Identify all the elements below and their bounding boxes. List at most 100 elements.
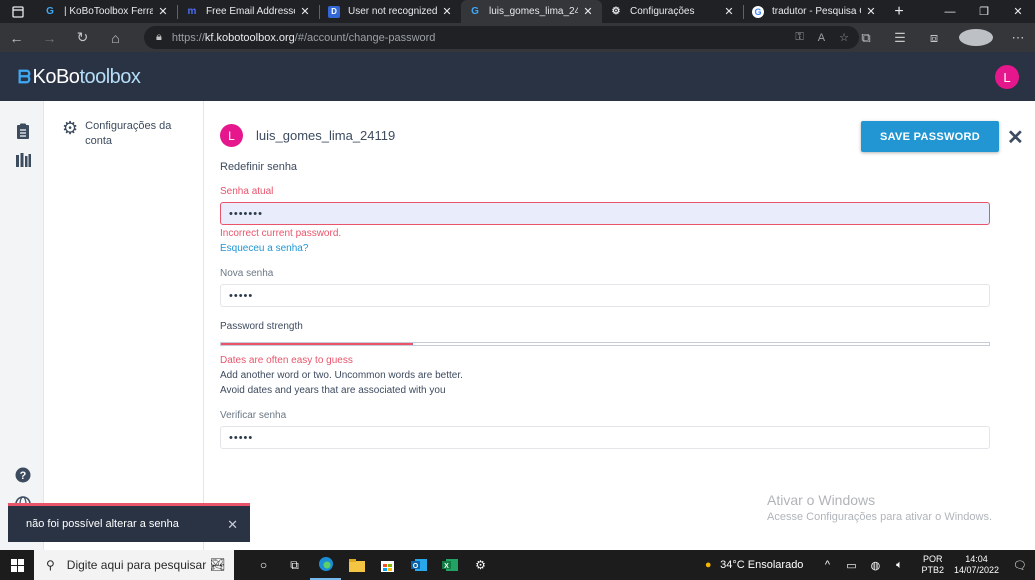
battery-icon[interactable]: ▭ <box>842 559 860 572</box>
browser-tab[interactable]: ⚙ Configurações ✕ <box>602 0 743 23</box>
toast-message: não foi possível alterar a senha <box>26 518 179 530</box>
url-scheme: https:// <box>171 31 205 44</box>
verify-password-field[interactable]: ••••• <box>220 426 990 449</box>
tab-title: Free Email Addresses: <box>206 6 295 17</box>
logo-light-text: toolbox <box>79 66 141 88</box>
sidebar-item-label: Configurações da conta <box>85 120 172 147</box>
search-icon: ⚲ <box>46 558 55 572</box>
url-path: /#/account/change-password <box>294 31 436 44</box>
home-icon[interactable]: ⌂ <box>99 23 132 52</box>
logo-bold-text: KoBo <box>32 66 80 88</box>
file-explorer-icon[interactable] <box>341 550 372 580</box>
browser-toolbar: ← → ↻ ⌂ 🔒︎ https://kf.kobotoolbox.org/#/… <box>0 23 1035 52</box>
edge-browser-icon[interactable] <box>310 550 341 580</box>
browser-tab[interactable]: m Free Email Addresses: ✕ <box>178 0 319 23</box>
address-bar[interactable]: 🔒︎ https://kf.kobotoolbox.org/#/account/… <box>144 26 859 49</box>
toast-close-icon[interactable]: ✕ <box>227 517 238 533</box>
browser-tab[interactable]: G tradutor - Pesquisa Go ✕ <box>744 0 885 23</box>
forward-icon[interactable]: → <box>33 23 66 52</box>
account-avatar[interactable]: L <box>995 65 1019 89</box>
language-code: POR <box>922 554 943 564</box>
volume-icon[interactable]: 🔈︎ <box>890 559 908 572</box>
svg-text:X: X <box>444 563 449 570</box>
kobo-icon: G <box>471 6 479 17</box>
tab-close-icon[interactable]: ✕ <box>582 5 594 18</box>
watermark-title: Ativar o Windows <box>767 492 876 508</box>
tab-actions-button[interactable] <box>0 0 36 23</box>
notifications-icon[interactable]: 🗨︎ <box>1009 559 1031 572</box>
current-password-field[interactable]: ••••••• <box>220 202 990 225</box>
tab-title: Configurações <box>630 6 695 17</box>
weather-text[interactable]: 34°C Ensolarado <box>720 559 803 571</box>
google-icon: G <box>752 5 764 18</box>
collections-icon[interactable]: ⧈ <box>917 30 951 46</box>
favorite-star-icon[interactable]: ☆ <box>839 31 849 44</box>
lock-icon[interactable]: 🔒︎ <box>156 31 162 44</box>
search-placeholder: Digite aqui para pesquisar <box>66 558 207 572</box>
taskbar-search-box[interactable]: ⚲ Digite aqui para pesquisar 🏞︎ <box>34 550 234 580</box>
close-window-icon[interactable]: ✕ <box>1001 0 1035 23</box>
store-icon[interactable] <box>372 550 403 580</box>
doc-icon: D <box>328 5 340 18</box>
close-icon[interactable]: ✕ <box>1007 125 1024 150</box>
key-icon[interactable]: ⚿ <box>795 31 803 44</box>
sidebar-item-account-settings[interactable]: ⚙ Configurações da conta <box>62 119 177 149</box>
new-password-field[interactable]: ••••• <box>220 284 990 307</box>
system-tray: ● 34°C Ensolarado ^ ▭ ◍ 🔈︎ POR PTB2 14:0… <box>696 550 1035 580</box>
input-language-indicator[interactable]: POR PTB2 <box>921 554 944 576</box>
windows-taskbar: ⚲ Digite aqui para pesquisar 🏞︎ ○ ⧉ O X … <box>0 550 1035 580</box>
browser-tab[interactable]: G | KoBoToolbox Ferrame ✕ <box>36 0 177 23</box>
clock-date: 14/07/2022 <box>953 565 999 575</box>
forgot-password-link[interactable]: Esqueceu a senha? <box>220 243 308 254</box>
more-menu-icon[interactable]: ⋯ <box>1001 30 1035 46</box>
kobo-logo[interactable]: ᗷ KoBo toolbox <box>18 66 141 89</box>
cortana-icon[interactable]: ○ <box>248 550 279 580</box>
window-controls: — ❐ ✕ <box>933 0 1035 23</box>
new-password-label: Nova senha <box>220 268 274 279</box>
start-button[interactable] <box>0 550 34 580</box>
back-icon[interactable]: ← <box>0 23 33 52</box>
browser-tab-active[interactable]: G luis_gomes_lima_2411 ✕ <box>461 0 602 23</box>
forms-clipboard-icon[interactable] <box>14 123 32 141</box>
reload-icon[interactable]: ↻ <box>66 23 99 52</box>
save-password-button[interactable]: SAVE PASSWORD <box>861 121 999 152</box>
strength-suggestion: Add another word or two. Uncommon words … <box>220 370 463 381</box>
network-icon[interactable]: ◍ <box>866 559 884 572</box>
tray-overflow-chevron-icon[interactable]: ^ <box>818 559 836 571</box>
help-icon[interactable]: ? <box>14 467 32 485</box>
outlook-icon[interactable]: O <box>403 550 434 580</box>
taskbar-clock[interactable]: 14:04 14/07/2022 <box>954 554 999 576</box>
kobo-header: ᗷ KoBo toolbox L <box>0 52 1035 101</box>
username-label: luis_gomes_lima_24119 <box>256 128 396 143</box>
weather-sun-icon[interactable]: ● <box>699 559 717 571</box>
current-password-label: Senha atual <box>220 186 274 197</box>
kobo-icon: G <box>46 6 54 17</box>
profile-avatar-icon[interactable] <box>959 29 993 46</box>
strength-warning: Dates are often easy to guess <box>220 355 353 366</box>
clock-time: 14:04 <box>965 554 988 564</box>
account-settings-sidebar: ⚙ Configurações da conta <box>44 101 204 550</box>
restore-icon[interactable]: ❐ <box>967 0 1001 23</box>
tab-close-icon[interactable]: ✕ <box>157 5 169 18</box>
extensions-icon[interactable]: ⧉ <box>849 30 883 46</box>
new-tab-button[interactable]: + <box>885 3 913 21</box>
url-text[interactable]: https://kf.kobotoolbox.org/#/account/cha… <box>172 32 436 44</box>
task-view-icon[interactable]: ⧉ <box>279 550 310 580</box>
verify-password-label: Verificar senha <box>220 410 287 421</box>
gear-icon: ⚙ <box>611 6 621 17</box>
tab-title: luis_gomes_lima_2411 <box>489 6 578 17</box>
settings-gear-icon[interactable]: ⚙ <box>465 550 496 580</box>
excel-icon[interactable]: X <box>434 550 465 580</box>
read-aloud-icon[interactable]: A <box>818 32 825 44</box>
tab-title: tradutor - Pesquisa Go <box>772 6 861 17</box>
tab-close-icon[interactable]: ✕ <box>441 5 453 18</box>
tab-close-icon[interactable]: ✕ <box>299 5 311 18</box>
minimize-icon[interactable]: — <box>933 0 967 23</box>
tab-close-icon[interactable]: ✕ <box>865 5 877 18</box>
library-books-icon[interactable] <box>14 152 32 170</box>
browser-tab[interactable]: D User not recognized i ✕ <box>320 0 461 23</box>
windows-activation-watermark: Ativar o Windows Acesse Configurações pa… <box>767 492 992 523</box>
tab-close-icon[interactable]: ✕ <box>723 5 735 18</box>
tab-title: User not recognized i <box>348 6 437 17</box>
favorites-icon[interactable]: ☰ <box>883 30 917 46</box>
